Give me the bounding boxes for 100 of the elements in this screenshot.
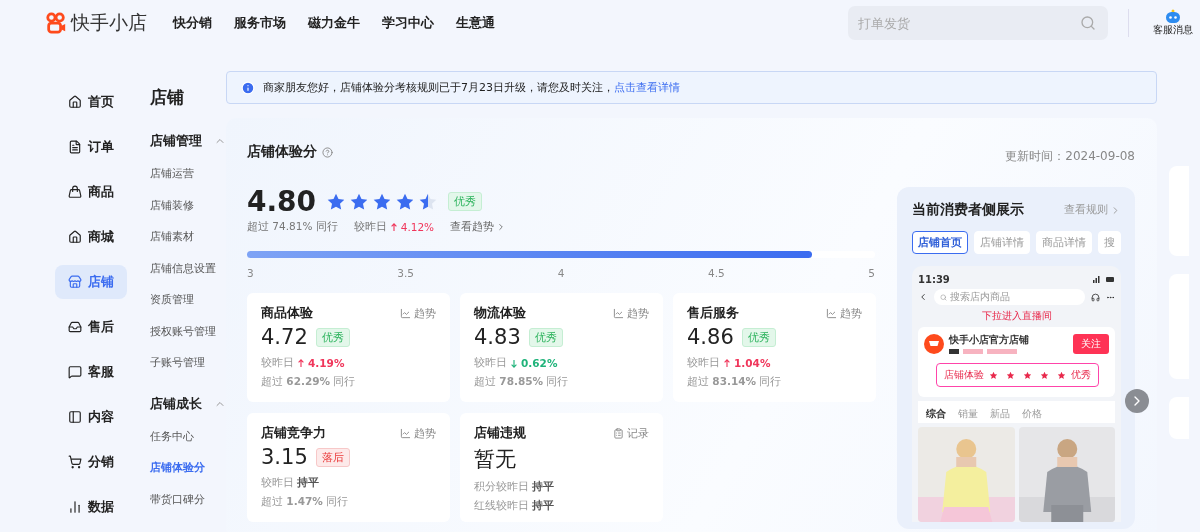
message-label[interactable]: 客服消息	[1152, 23, 1193, 37]
help-icon[interactable]	[322, 146, 333, 158]
logo[interactable]: 快手小店	[45, 10, 147, 36]
bar-chart-icon	[68, 500, 82, 514]
sidebar-item[interactable]: 订单	[55, 130, 127, 164]
tick-label: 4	[557, 267, 565, 279]
metric-value: 4.72	[261, 325, 308, 349]
sidebar-item[interactable]: 分销	[55, 445, 127, 479]
submenu-item[interactable]: 店铺信息设置	[150, 252, 226, 284]
metric-title: 商品体验	[261, 304, 313, 322]
star-icon	[1040, 370, 1049, 380]
metric-title: 店铺竞争力	[261, 424, 326, 442]
change-value: 持平	[297, 476, 319, 490]
change-value: 持平	[532, 499, 554, 513]
section-title: 店铺	[150, 86, 185, 108]
sidebar-item[interactable]: 售后	[55, 310, 127, 344]
submenu-item[interactable]: 店铺装修	[150, 189, 226, 221]
chat-icon	[68, 365, 82, 379]
star-icon	[1057, 370, 1066, 380]
trend-link[interactable]: 趋势	[826, 305, 862, 321]
rating-badge: 落后	[315, 447, 350, 467]
arrow-up-icon	[297, 357, 305, 369]
group-title[interactable]: 店铺成长	[150, 394, 202, 413]
details-link[interactable]: 点击查看详情	[614, 81, 680, 94]
metric-title: 售后服务	[687, 304, 739, 322]
clipboard-icon	[613, 427, 624, 439]
change-label: 积分较昨日	[474, 480, 529, 494]
rating-badge: 优秀	[448, 192, 483, 211]
tick-label: 3	[247, 267, 254, 279]
rating-badge: 优秀	[315, 327, 350, 347]
back-icon[interactable]	[918, 292, 928, 302]
beat-text: 超过 78.85% 同行	[474, 375, 569, 389]
beat-text: 超过 74.81% 同行	[247, 220, 338, 234]
trend-link[interactable]: 趋势	[613, 305, 649, 321]
sidebar-item[interactable]: 内容	[55, 400, 127, 434]
panel-title: 当前消费者侧展示	[912, 201, 1024, 219]
submenu-item[interactable]: 店铺体验分	[150, 452, 226, 484]
line-chart-icon	[400, 307, 411, 319]
sidebar-item[interactable]: 店铺	[55, 265, 127, 299]
rating-badge: 优秀	[528, 327, 563, 347]
shop-avatar-icon	[924, 333, 944, 354]
view-tab[interactable]: 店铺首页	[912, 231, 968, 254]
nav-link[interactable]: 学习中心	[382, 14, 434, 32]
submenu-item[interactable]: 子账号管理	[150, 347, 226, 379]
change-label: 较昨日	[474, 356, 507, 370]
sidebar-item[interactable]: 数据	[55, 490, 127, 524]
sidebar-item[interactable]: 首页	[55, 85, 127, 119]
change-label: 较昨日	[353, 220, 387, 234]
nav-link[interactable]: 生意通	[456, 14, 495, 32]
submenu-item[interactable]: 资质管理	[150, 284, 226, 316]
tick-label: 4.5	[707, 267, 725, 279]
search-icon	[1080, 15, 1096, 31]
house-icon	[68, 230, 82, 244]
search-icon	[940, 293, 947, 301]
follow-button[interactable]: 关注	[1073, 333, 1109, 354]
robot-icon[interactable]	[1164, 9, 1181, 23]
line-chart-icon	[400, 427, 411, 439]
sidebar-item[interactable]: 客服	[55, 355, 127, 389]
nav-link[interactable]: 服务市场	[234, 14, 286, 32]
sidebar-item[interactable]: 商品	[55, 175, 127, 209]
change-label: 较昨日	[261, 476, 294, 490]
submenu-item[interactable]: 带货口碑分	[150, 483, 226, 515]
beat-text: 超过 83.14% 同行	[687, 375, 782, 389]
star-icon	[1023, 370, 1032, 380]
panel-icon	[68, 410, 82, 424]
search-field[interactable]: 打单发货	[848, 6, 1108, 40]
document-icon	[68, 140, 82, 154]
sidebar-item[interactable]: 商城	[55, 220, 127, 254]
status-icons	[1093, 276, 1115, 283]
popup-label: 店铺体验	[944, 368, 984, 382]
nav-link[interactable]: 磁力金牛	[308, 14, 360, 32]
change-value: 4.12%	[400, 221, 435, 233]
submenu-item[interactable]: 任务中心	[150, 420, 226, 452]
metric-title: 物流体验	[474, 304, 526, 322]
submenu-item[interactable]: 授权账号管理	[150, 315, 226, 347]
line-chart-icon	[613, 307, 624, 319]
trend-link[interactable]: 趋势	[400, 425, 436, 441]
house-icon	[68, 95, 82, 109]
logo-text: 快手小店	[71, 10, 147, 35]
trend-link[interactable]: 查看趋势	[450, 220, 495, 234]
info-icon	[241, 80, 255, 95]
change-value: 1.04%	[734, 357, 771, 369]
tick-label: 3.5	[397, 267, 414, 279]
score-value: 4.80	[247, 185, 317, 218]
trend-link[interactable]: 趋势	[400, 305, 436, 321]
nav-link[interactable]: 快分销	[173, 14, 212, 32]
star-icon	[1006, 370, 1015, 380]
tick-label: 5	[868, 267, 875, 279]
group-title[interactable]: 店铺管理	[150, 132, 202, 150]
tray-icon	[68, 320, 82, 334]
status-time: 11:39	[918, 274, 950, 285]
bag-icon	[68, 185, 82, 199]
sort-tab[interactable]: 综合	[926, 407, 946, 421]
submenu-item[interactable]: 店铺素材	[150, 221, 226, 253]
next-button[interactable]	[1125, 389, 1149, 413]
metric-value: 暂无	[474, 446, 516, 473]
change-value: 持平	[532, 480, 554, 494]
headset-icon[interactable]	[1091, 292, 1100, 302]
submenu-item[interactable]: 店铺运营	[150, 158, 226, 190]
record-link[interactable]: 记录	[613, 425, 649, 441]
